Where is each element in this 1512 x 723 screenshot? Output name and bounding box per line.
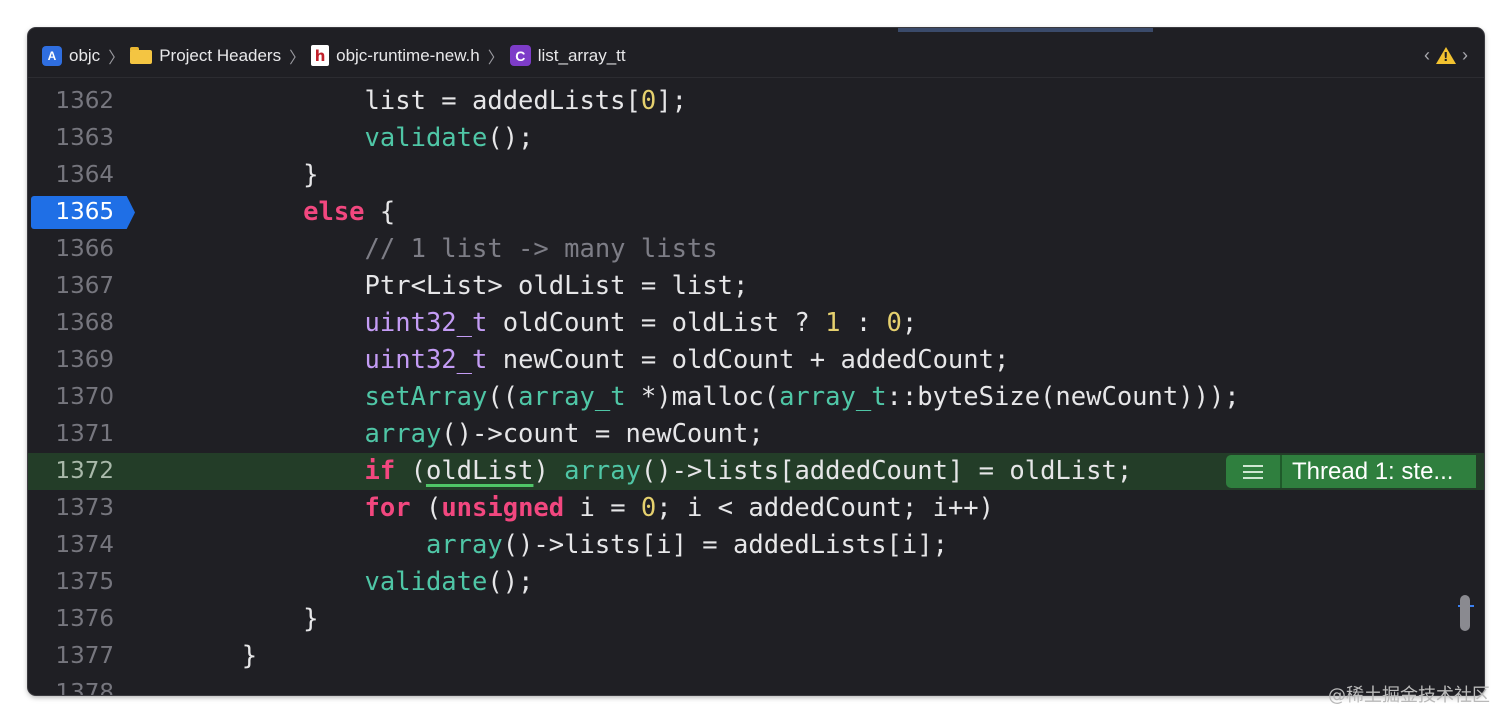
line-number[interactable]: 1375 [28, 564, 114, 601]
code-line-current: 1372 if (oldList) array()->lists[addedCo… [28, 453, 1484, 490]
chevron-right-icon: 〉 [289, 49, 306, 67]
header-file-icon: h [311, 45, 330, 66]
code-text: } [211, 641, 258, 671]
code-line: 1369 uint32_t newCount = oldCount + adde… [28, 342, 1484, 379]
line-number[interactable]: 1372 [28, 453, 114, 490]
line-number[interactable]: 1370 [28, 379, 114, 416]
next-issue-button[interactable]: › [1462, 45, 1468, 66]
code-text: Ptr<List> oldList = list; [211, 271, 749, 301]
code-line: 1373 for (unsigned i = 0; i < addedCount… [28, 490, 1484, 527]
watermark-text: @稀土掘金技术社区 [1328, 685, 1490, 706]
xcode-project-icon: A [42, 45, 62, 66]
thread-status-text: Thread 1: ste... [1282, 455, 1476, 488]
code-line: 1363 validate(); [28, 120, 1484, 157]
line-number[interactable]: 1376 [28, 601, 114, 638]
code-line: 1378 [28, 675, 1484, 695]
breadcrumb-item-class[interactable]: C list_array_tt [509, 34, 626, 77]
breadcrumb-item-header-file[interactable]: h objc-runtime-new.h [311, 34, 480, 77]
code-text: validate(); [364, 567, 534, 597]
line-number[interactable]: 1378 [28, 675, 114, 695]
breadcrumb-item-objc[interactable]: A objc [42, 34, 100, 77]
code-line: 1367 Ptr<List> oldList = list; [28, 268, 1484, 305]
line-number[interactable]: 1377 [28, 638, 114, 675]
code-line: 1375 validate(); [28, 564, 1484, 601]
code-line: 1374 array()->lists[i] = addedLists[i]; [28, 527, 1484, 564]
code-text: uint32_t oldCount = oldList ? 1 : 0; [364, 308, 918, 338]
code-line: 1370 setArray((array_t *)malloc(array_t:… [28, 379, 1484, 416]
breadcrumb-label: Project Headers [159, 45, 282, 65]
breadcrumb-item-project-headers[interactable]: Project Headers [130, 34, 281, 77]
line-number[interactable]: 1362 [28, 83, 114, 120]
code-line: 1368 uint32_t oldCount = oldList ? 1 : 0… [28, 305, 1484, 342]
code-text: // 1 list -> many lists [364, 234, 718, 264]
issue-navigation: ‹ ! › [1424, 34, 1468, 77]
line-number[interactable]: 1363 [28, 120, 114, 157]
menu-lines-icon[interactable] [1226, 455, 1282, 488]
warning-icon[interactable]: ! [1436, 47, 1456, 64]
line-number[interactable]: 1374 [28, 527, 114, 564]
code-text: setArray((array_t *)malloc(array_t::byte… [364, 382, 1240, 412]
breadcrumb-label: list_array_tt [537, 45, 626, 65]
code-line: 1362 list = addedLists[0]; [28, 83, 1484, 120]
code-text: } [211, 160, 319, 190]
code-line: 1364 } [28, 157, 1484, 194]
tab-indicator [898, 28, 1153, 32]
code-text: array()->lists[i] = addedLists[i]; [425, 530, 948, 560]
code-text: list = addedLists[0]; [211, 86, 687, 116]
code-line: 1377 } [28, 638, 1484, 675]
line-number[interactable]: 1367 [28, 268, 114, 305]
code-text: for (unsigned i = 0; i < addedCount; i++… [364, 493, 995, 523]
code-line: 1371 array()->count = newCount; [28, 416, 1484, 453]
vertical-scrollbar[interactable] [1460, 595, 1470, 631]
code-line: 1376 } [28, 601, 1484, 638]
code-line: 1366 // 1 list -> many lists [28, 231, 1484, 268]
class-icon: C [509, 45, 531, 66]
line-number[interactable]: 1365 [28, 194, 114, 231]
folder-icon [130, 47, 153, 64]
line-number[interactable]: 1364 [28, 157, 114, 194]
previous-issue-button[interactable]: ‹ [1424, 45, 1430, 66]
line-number[interactable]: 1369 [28, 342, 114, 379]
thread-status-badge[interactable]: Thread 1: ste... [1226, 455, 1476, 488]
code-line-breakpoint: 1365 else { [28, 194, 1484, 231]
jump-bar: A objc 〉 Project Headers 〉 h objc-runtim… [28, 34, 1484, 78]
code-text: if (oldList) array()->lists[addedCount] … [364, 456, 1133, 486]
line-number[interactable]: 1373 [28, 490, 114, 527]
xcode-editor-window: A objc 〉 Project Headers 〉 h objc-runtim… [28, 28, 1484, 695]
code-text: uint32_t newCount = oldCount + addedCoun… [364, 345, 1010, 375]
line-number[interactable]: 1366 [28, 231, 114, 268]
breadcrumb-label: objc [69, 45, 101, 65]
source-editor[interactable]: 1362 list = addedLists[0]; 1363 validate… [28, 83, 1484, 695]
code-text: array()->count = newCount; [364, 419, 764, 449]
breadcrumb-label: objc-runtime-new.h [336, 45, 480, 65]
code-text: validate(); [364, 123, 534, 153]
chevron-right-icon: 〉 [108, 49, 125, 67]
code-text: else { [303, 197, 396, 227]
line-number[interactable]: 1371 [28, 416, 114, 453]
chevron-right-icon: 〉 [487, 49, 504, 67]
line-number[interactable]: 1368 [28, 305, 114, 342]
code-text: } [211, 604, 319, 634]
